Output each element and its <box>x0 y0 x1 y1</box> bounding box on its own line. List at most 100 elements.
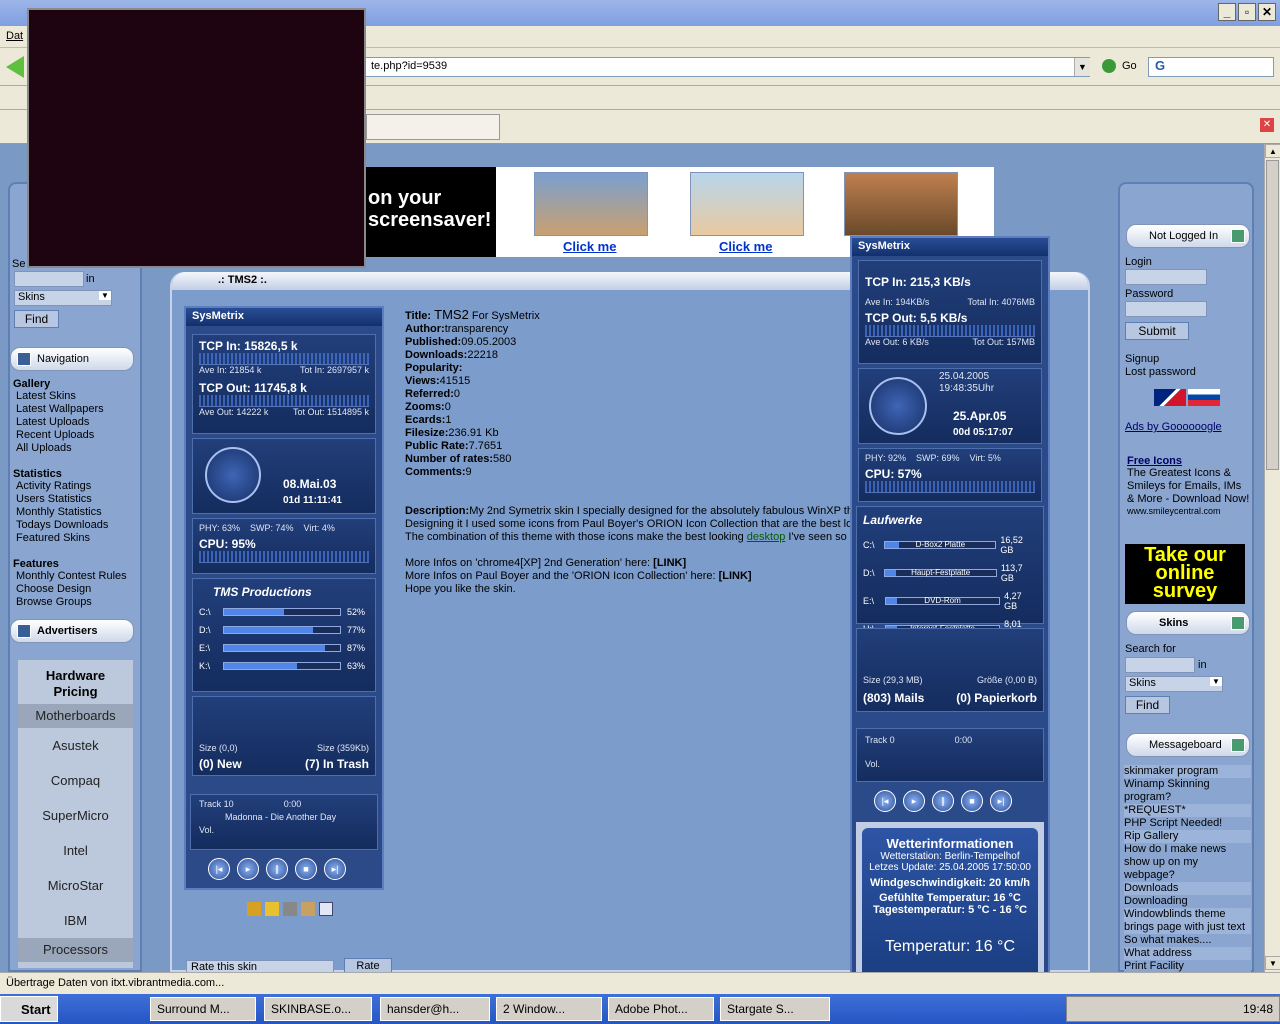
start-button[interactable]: Start <box>0 996 58 1022</box>
messageboard-button[interactable]: Messageboard <box>1126 733 1250 757</box>
vertical-scrollbar[interactable]: ▲ ▼ <box>1264 144 1280 972</box>
messageboard-link[interactable]: PHP Script Needed! <box>1124 817 1251 830</box>
stop-icon[interactable]: ■ <box>961 790 983 812</box>
ad-title[interactable]: Free Icons <box>1127 455 1251 467</box>
signup-link[interactable]: Signup <box>1125 353 1159 366</box>
desktop-link[interactable]: desktop <box>747 531 786 543</box>
prev-icon[interactable]: |◂ <box>208 858 230 880</box>
pause-icon[interactable]: ∥ <box>932 790 954 812</box>
statistics-link[interactable]: Todays Downloads <box>13 519 133 532</box>
hw-item[interactable]: Compaq <box>18 763 133 798</box>
papierkorb[interactable]: (0) Papierkorb <box>956 691 1037 705</box>
right-find-button[interactable]: Find <box>1125 696 1170 714</box>
url-dropdown-icon[interactable]: ▼ <box>1074 58 1090 76</box>
messageboard-link[interactable]: Winamp Skinning program? <box>1124 778 1251 804</box>
back-arrow-icon[interactable] <box>6 56 24 78</box>
taskbar-item[interactable]: 2 Window... <box>496 997 602 1021</box>
hw-item[interactable]: Intel <box>18 833 133 868</box>
statistics-link[interactable]: Monthly Statistics <box>13 506 133 519</box>
hw-item[interactable]: Asustek <box>18 728 133 763</box>
hw-item-motherboards[interactable]: Motherboards <box>18 704 133 728</box>
navigation-button[interactable]: Navigation <box>10 347 134 371</box>
advertisers-button[interactable]: Advertisers <box>10 619 134 643</box>
search-input[interactable]: G <box>1148 57 1274 77</box>
disk-icon[interactable] <box>265 902 279 916</box>
statistics-link[interactable]: Users Statistics <box>13 493 133 506</box>
skins-section-button[interactable]: Skins <box>1126 611 1250 635</box>
password-input[interactable] <box>1125 301 1207 317</box>
mail-icon[interactable] <box>301 902 315 916</box>
messageboard-link[interactable]: skinmaker program <box>1124 765 1251 778</box>
lost-password-link[interactable]: Lost password <box>1125 366 1196 379</box>
submit-button[interactable]: Submit <box>1125 322 1189 340</box>
link-orion[interactable]: [LINK] <box>719 570 752 582</box>
kittens-thumbnail[interactable] <box>534 172 648 236</box>
tab[interactable] <box>366 114 500 140</box>
messageboard-link[interactable]: Windowblinds theme brings page with just… <box>1124 908 1251 934</box>
stop-icon[interactable]: ■ <box>295 858 317 880</box>
girl-thumbnail[interactable] <box>690 172 804 236</box>
next-icon[interactable]: ▸| <box>324 858 346 880</box>
gallery-link[interactable]: All Uploads <box>13 442 133 455</box>
next-icon[interactable]: ▸| <box>990 790 1012 812</box>
messageboard-link[interactable]: Downloads <box>1124 882 1251 895</box>
mails[interactable]: (803) Mails <box>863 691 924 705</box>
features-link[interactable]: Choose Design <box>13 583 133 596</box>
taskbar-item[interactable]: Stargate S... <box>720 997 830 1021</box>
scroll-thumb[interactable] <box>1266 160 1279 470</box>
messageboard-link[interactable]: Rip Gallery <box>1124 830 1251 843</box>
login-input[interactable] <box>1125 269 1207 285</box>
new-mail[interactable]: (0) New <box>199 757 242 771</box>
play-icon[interactable]: ▸ <box>903 790 925 812</box>
close-button[interactable]: ✕ <box>1258 3 1276 21</box>
messageboard-link[interactable]: *REQUEST* <box>1124 804 1251 817</box>
right-search-input[interactable] <box>1125 657 1195 673</box>
url-input[interactable]: te.php?id=9539 <box>365 57 1090 77</box>
features-link[interactable]: Browse Groups <box>13 596 133 609</box>
tab-close-icon[interactable]: ✕ <box>1260 118 1274 132</box>
ad-block[interactable]: Free Icons The Greatest Icons & Smileys … <box>1127 455 1251 516</box>
trash[interactable]: (7) In Trash <box>305 757 369 771</box>
survey-banner[interactable]: Take our online survey <box>1125 544 1245 604</box>
minimize-button[interactable]: _ <box>1218 3 1236 21</box>
clock[interactable]: 19:48 <box>1243 1002 1273 1016</box>
taskbar-item[interactable]: Surround M... <box>150 997 256 1021</box>
gallery-link[interactable]: Latest Uploads <box>13 416 133 429</box>
gallery-link[interactable]: Recent Uploads <box>13 429 133 442</box>
hw-item[interactable]: IBM <box>18 903 133 938</box>
hw-item-processors[interactable]: Processors <box>18 938 133 962</box>
messageboard-link[interactable]: What address <box>1124 947 1251 960</box>
hw-item[interactable]: SuperMicro <box>18 798 133 833</box>
angels-thumbnail[interactable] <box>844 172 958 236</box>
left-search-input[interactable] <box>14 271 84 287</box>
messageboard-link[interactable]: How do I make news show up on my webpage… <box>1124 843 1251 882</box>
binoculars-icon[interactable] <box>283 902 297 916</box>
taskbar-item[interactable]: SKINBASE.o... <box>264 997 372 1021</box>
grid-icon[interactable] <box>319 902 333 916</box>
scroll-down-icon[interactable]: ▼ <box>1265 956 1280 970</box>
link-chrome[interactable]: [LINK] <box>653 557 686 569</box>
messageboard-link[interactable]: So what makes.... <box>1124 934 1251 947</box>
ads-link[interactable]: Ads by Goooooogle <box>1125 421 1222 434</box>
slovenia-flag-icon[interactable] <box>1188 389 1220 406</box>
play-icon[interactable]: ▸ <box>237 858 259 880</box>
prev-icon[interactable]: |◂ <box>874 790 896 812</box>
scroll-up-icon[interactable]: ▲ <box>1265 144 1280 158</box>
screensaver-banner[interactable]: on your screensaver! <box>366 167 496 257</box>
messageboard-link[interactable]: Print Facility <box>1124 960 1251 972</box>
right-skins-select[interactable]: Skins ▼ <box>1125 676 1223 692</box>
left-skins-select[interactable]: Skins ▼ <box>14 290 112 306</box>
statistics-link[interactable]: Featured Skins <box>13 532 133 545</box>
click-me-link[interactable]: Click me <box>719 239 772 254</box>
taskbar-item[interactable]: Adobe Phot... <box>608 997 714 1021</box>
menu-file[interactable]: Dat <box>6 30 23 42</box>
pause-icon[interactable]: ∥ <box>266 858 288 880</box>
click-me-link[interactable]: Click me <box>563 239 616 254</box>
left-find-button[interactable]: Find <box>14 310 59 328</box>
taskbar-item[interactable]: hansder@h... <box>380 997 490 1021</box>
gallery-link[interactable]: Latest Wallpapers <box>13 403 133 416</box>
go-button[interactable]: Go <box>1102 59 1137 73</box>
uk-flag-icon[interactable] <box>1154 389 1186 406</box>
features-link[interactable]: Monthly Contest Rules <box>13 570 133 583</box>
hw-item[interactable]: MicroStar <box>18 868 133 903</box>
